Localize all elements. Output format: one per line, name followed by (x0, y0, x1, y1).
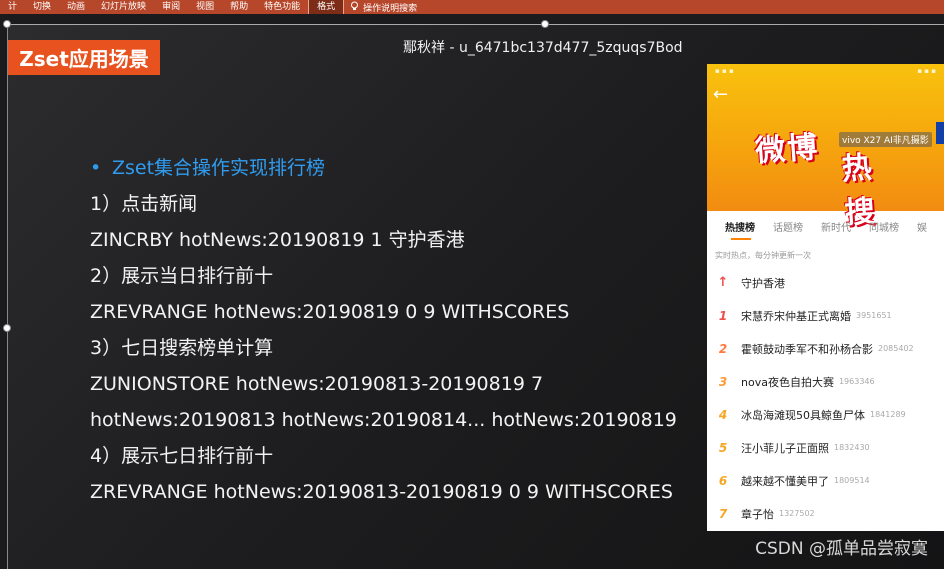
list-item-heat: 1841289 (870, 410, 906, 419)
list-item[interactable]: 4 冰岛海滩现50具鲸鱼尸体 1841289 (707, 398, 944, 431)
list-item-rank: 6 (718, 473, 728, 488)
side-tab-marker (936, 122, 944, 144)
selection-border-left (7, 24, 8, 569)
weibo-tabs: 热搜榜 话题榜 新时代 同城榜 娱 (707, 212, 944, 240)
ribbon-tab-view[interactable]: 视图 (188, 0, 222, 14)
list-item[interactable]: 2 霍顿鼓动季军不和孙杨合影 2085402 (707, 332, 944, 365)
resize-handle-middle-left[interactable] (3, 324, 11, 332)
bullet-heading: • Zset集合操作实现排行榜 (90, 152, 677, 188)
ribbon-tab-help[interactable]: 帮助 (222, 0, 256, 14)
selection-border-top (7, 24, 944, 25)
tab-entertainment[interactable]: 娱 (917, 219, 927, 234)
content-line: 3）七日搜索榜单计算 (90, 337, 274, 359)
resize-handle-top-center[interactable] (541, 20, 549, 28)
list-item[interactable]: 5 汪小菲儿子正面照 1832430 (707, 431, 944, 464)
list-item[interactable]: 7 章子怡 1327502 (707, 497, 944, 530)
list-item-rank: 2 (718, 341, 728, 356)
list-item-heat: 1809514 (834, 476, 870, 485)
list-item-title: 汪小菲儿子正面照 (741, 441, 829, 455)
list-item[interactable]: 3 nova夜色自拍大赛 1963346 (707, 365, 944, 398)
ribbon-tab-design[interactable]: 计 (0, 0, 25, 14)
ribbon-tab-review[interactable]: 审阅 (154, 0, 188, 14)
content-line: 1）点击新闻 (90, 193, 198, 215)
slide-title-box: Zset应用场景 (8, 40, 160, 75)
list-item[interactable]: 6 越来越不懂美甲了 1809514 (707, 464, 944, 497)
hot-list: ↑ 守护香港 1 宋慧乔宋仲基正式离婚 3951651 2 霍顿鼓动季军不和孙杨… (707, 266, 944, 530)
content-line: ZREVRANGE hotNews:20190813-20190819 0 9 … (90, 481, 673, 503)
ribbon-tab-animations[interactable]: 动画 (59, 0, 93, 14)
csdn-watermark: CSDN @孤单品尝寂寞 (755, 539, 928, 559)
ribbon-tab-features[interactable]: 特色功能 (256, 0, 308, 14)
content-line: hotNews:20190813 hotNews:20190814... hot… (90, 409, 677, 431)
list-item-rank: 5 (718, 440, 728, 455)
content-line: ZUNIONSTORE hotNews:20190813-20190819 7 (90, 373, 544, 395)
bullet-heading-text: Zset集合操作实现排行榜 (112, 157, 326, 179)
list-item-heat: 3951651 (856, 311, 892, 320)
list-item-heat: 1327502 (779, 509, 815, 518)
list-item-rank: 1 (718, 308, 728, 323)
list-item-title: 冰岛海滩现50具鲸鱼尸体 (741, 408, 865, 422)
weibo-hot-logo: 微博 热搜 (754, 129, 879, 232)
tab-local[interactable]: 同城榜 (869, 219, 899, 234)
list-item-rank: 7 (718, 506, 728, 521)
ribbon-tab-format[interactable]: 格式 (308, 0, 345, 14)
list-item[interactable]: ↑ 守护香港 (707, 266, 944, 299)
tab-topics[interactable]: 话题榜 (773, 219, 803, 234)
content-line: 2）展示当日排行前十 (90, 265, 274, 287)
resize-handle-top-left[interactable] (3, 20, 11, 28)
ribbon-tab-slideshow[interactable]: 幻灯片放映 (93, 0, 154, 14)
content-line: 4）展示七日排行前十 (90, 445, 274, 467)
list-item-title: 霍顿鼓动季军不和孙杨合影 (741, 342, 873, 356)
back-arrow-icon[interactable]: ← (713, 84, 728, 105)
list-item-title: 越来越不懂美甲了 (741, 474, 829, 488)
slide-title: Zset应用场景 (19, 47, 149, 71)
content-line: ZINCRBY hotNews:20190819 1 守护香港 (90, 229, 465, 251)
list-item-rank: 4 (718, 407, 728, 422)
list-item-heat: 1963346 (838, 377, 875, 386)
vivo-ad-badge: vivo X27 AI非凡摄影 (839, 132, 932, 147)
list-item-heat: 2085402 (878, 344, 914, 353)
list-item-title: 守护香港 (741, 276, 785, 290)
pin-top-icon: ↑ (717, 275, 729, 290)
list-item-title: nova夜色自拍大赛 (741, 375, 834, 389)
tab-hot-search[interactable]: 热搜榜 (725, 219, 755, 240)
status-time: ▪ ▪ ▪ (715, 67, 734, 75)
slide-content: • Zset集合操作实现排行榜 1）点击新闻 ZINCRBY hotNews:20… (90, 152, 677, 512)
content-line: ZREVRANGE hotNews:20190819 0 9 WITHSCORE… (90, 301, 570, 323)
list-item-rank: 3 (718, 374, 728, 389)
status-icons: ▪ ▪ ▪ (917, 67, 936, 75)
hot-list-subtitle: 实时热点，每分钟更新一次 (715, 251, 811, 260)
tab-new-era[interactable]: 新时代 (821, 219, 851, 234)
list-item[interactable]: 1 宋慧乔宋仲基正式离婚 3951651 (707, 299, 944, 332)
ribbon-tab-transitions[interactable]: 切换 (25, 0, 59, 14)
list-item-heat: 1832430 (834, 443, 870, 452)
lightbulb-icon (350, 1, 359, 14)
watermark-text: 鄢秋祥 - u_6471bc137d477_5zquqs7Bod (403, 40, 683, 56)
weibo-hot-search-screenshot: ▪ ▪ ▪ ▪ ▪ ▪ ← 微博 热搜 vivo X27 AI非凡摄影 热搜榜 … (707, 64, 944, 531)
bullet-dot-icon: • (90, 157, 102, 179)
weibo-banner: ▪ ▪ ▪ ▪ ▪ ▪ ← 微博 热搜 vivo X27 AI非凡摄影 (707, 64, 944, 232)
tell-me-search[interactable]: 操作说明搜索 (363, 1, 417, 14)
ribbon-bar: 计 切换 动画 幻灯片放映 审阅 视图 帮助 特色功能 格式 操作说明搜索 (0, 0, 944, 14)
list-item-title: 章子怡 (741, 507, 774, 521)
list-item-title: 宋慧乔宋仲基正式离婚 (741, 309, 851, 323)
